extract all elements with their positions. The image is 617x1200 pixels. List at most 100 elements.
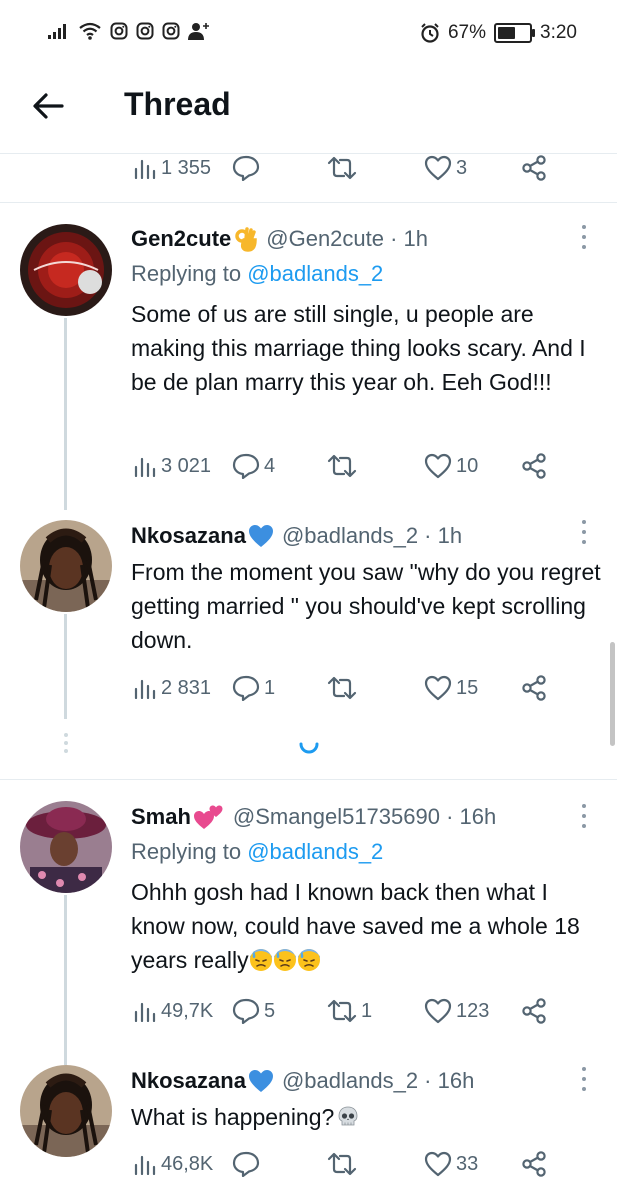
views-button[interactable]: 46,8K: [133, 1153, 213, 1176]
handle-and-time[interactable]: @badlands_2 · 1h: [282, 523, 462, 549]
reply-button[interactable]: 5: [232, 998, 275, 1024]
reply-button[interactable]: 4: [232, 453, 275, 479]
handle-and-time[interactable]: @Smangel51735690 · 16h: [233, 804, 496, 830]
share-button[interactable]: [521, 675, 547, 701]
handle-and-time[interactable]: @Gen2cute · 1h: [266, 226, 428, 252]
likes-count: 3: [456, 156, 468, 179]
retweet-icon: [327, 999, 357, 1023]
replying-to-link[interactable]: @badlands_2: [247, 839, 383, 864]
replying-to: Replying to @badlands_2: [131, 261, 383, 287]
views-icon: [134, 679, 156, 699]
retweet-button[interactable]: [327, 156, 357, 180]
tweet-text: Some of us are still single, u people ar…: [131, 301, 586, 395]
action-bar: 46,8K 33: [0, 1146, 617, 1182]
signal-icon: [48, 24, 66, 39]
retweet-button[interactable]: [327, 676, 357, 700]
views-button[interactable]: 2 831: [133, 677, 211, 700]
instagram-icon: [110, 22, 128, 40]
reply-icon: [232, 155, 260, 181]
display-name[interactable]: Nkosazana: [131, 1068, 246, 1094]
battery-percent: 67%: [447, 22, 487, 43]
status-left-icons: [48, 22, 210, 40]
heart-icon: [424, 1151, 452, 1177]
tweet-header: Smah @Smangel51735690 · 16h: [131, 803, 496, 831]
like-button[interactable]: 3: [424, 155, 467, 181]
action-bar: 2 831 1 15: [0, 670, 617, 706]
tweet-text: From the moment you saw "why do you regr…: [131, 559, 601, 653]
ok-hand-emoji: [235, 227, 258, 252]
avatar[interactable]: [20, 1065, 112, 1157]
more-options-icon[interactable]: [574, 801, 594, 831]
views-count: 1 355: [161, 156, 212, 179]
tweet-text-block: What is happening?: [131, 1100, 601, 1134]
views-button[interactable]: 1 355: [133, 157, 211, 180]
share-button[interactable]: [521, 1151, 547, 1177]
add-user-icon: [188, 23, 209, 40]
retweets-count: 1: [361, 999, 373, 1022]
wifi-icon: [79, 22, 101, 40]
loading-spinner-icon: [299, 742, 319, 754]
tweet-text: Ohhh gosh had I known back then what I k…: [131, 879, 580, 973]
retweet-button[interactable]: [327, 1152, 357, 1176]
avatar[interactable]: [20, 520, 112, 612]
avatar[interactable]: [20, 224, 112, 316]
retweet-button[interactable]: 1: [327, 999, 372, 1023]
share-icon: [522, 453, 546, 479]
clock: 3:20: [540, 22, 577, 43]
handle-and-time[interactable]: @badlands_2 · 16h: [282, 1068, 474, 1094]
retweet-icon: [327, 1152, 357, 1176]
views-count: 46,8K: [161, 1152, 214, 1175]
replying-prefix: Replying to: [131, 839, 248, 864]
action-bar: 3 021 4 10: [0, 448, 617, 484]
retweet-button[interactable]: [327, 454, 357, 478]
avatar-image: [20, 801, 112, 893]
reply-button[interactable]: 1: [232, 675, 275, 701]
display-name[interactable]: Gen2cute: [131, 226, 231, 252]
share-button[interactable]: [521, 998, 547, 1024]
show-more-replies[interactable]: [64, 733, 68, 753]
reply-button[interactable]: [232, 155, 260, 181]
downcast-sweat-emoji: [273, 949, 296, 971]
like-button[interactable]: 15: [424, 675, 478, 701]
display-name[interactable]: Smah: [131, 804, 191, 830]
views-count: 3 021: [161, 454, 212, 477]
tweet-text: What is happening?: [131, 1104, 335, 1130]
views-button[interactable]: 3 021: [133, 455, 211, 478]
like-button[interactable]: 123: [424, 998, 489, 1024]
downcast-sweat-emoji: [297, 949, 320, 971]
replying-to: Replying to @badlands_2: [131, 839, 383, 865]
reply-button[interactable]: [232, 1151, 260, 1177]
display-name[interactable]: Nkosazana: [131, 523, 246, 549]
replying-to-link[interactable]: @badlands_2: [247, 261, 383, 286]
share-button[interactable]: [521, 453, 547, 479]
more-options-icon[interactable]: [574, 1064, 594, 1094]
replies-count: 4: [264, 454, 276, 477]
action-bar: 49,7K 5 1 123: [0, 993, 617, 1029]
skull-emoji: [338, 1106, 358, 1126]
alarm-icon: [421, 23, 439, 43]
scrollbar[interactable]: [610, 642, 615, 746]
retweet-icon: [327, 676, 357, 700]
more-options-icon[interactable]: [574, 517, 594, 547]
avatar[interactable]: [20, 801, 112, 893]
avatar-image: [20, 224, 112, 316]
replies-count: 5: [264, 999, 276, 1022]
more-options-icon[interactable]: [574, 222, 594, 252]
share-icon: [522, 675, 546, 701]
action-bar-top: 1 355 3: [0, 150, 617, 186]
retweet-icon: [327, 454, 357, 478]
tweet-text-block: Ohhh gosh had I known back then what I k…: [131, 875, 601, 977]
like-button[interactable]: 10: [424, 453, 478, 479]
views-button[interactable]: 49,7K: [133, 1000, 213, 1023]
reply-icon: [232, 453, 260, 479]
heart-icon: [424, 453, 452, 479]
reply-icon: [232, 998, 260, 1024]
like-button[interactable]: 33: [424, 1151, 478, 1177]
share-button[interactable]: [521, 155, 547, 181]
arrow-left-icon[interactable]: [30, 88, 66, 124]
instagram-icon: [136, 22, 154, 40]
likes-count: 10: [456, 454, 479, 477]
likes-count: 15: [456, 676, 479, 699]
views-icon: [134, 1155, 156, 1175]
replying-prefix: Replying to: [131, 261, 248, 286]
